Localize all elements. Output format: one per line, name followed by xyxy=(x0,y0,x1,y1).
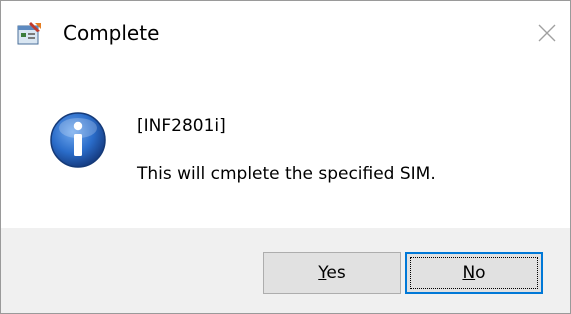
no-button-label: No xyxy=(462,263,486,283)
dialog-title: Complete xyxy=(63,21,160,45)
info-icon xyxy=(49,111,107,169)
button-bar: Yes No xyxy=(1,228,570,313)
app-icon xyxy=(15,20,43,48)
message-dialog: Complete [INF2801i] This will cmplete th… xyxy=(0,0,571,314)
message-area: [INF2801i] This will cmplete the specifi… xyxy=(1,63,570,228)
title-bar: Complete xyxy=(1,1,570,63)
message-code: [INF2801i] xyxy=(137,116,226,136)
no-button[interactable]: No xyxy=(405,252,543,294)
message-text: This will cmplete the specified SIM. xyxy=(137,164,436,184)
yes-button-label: Yes xyxy=(318,263,346,283)
yes-button[interactable]: Yes xyxy=(263,252,401,294)
close-icon[interactable] xyxy=(535,21,559,45)
